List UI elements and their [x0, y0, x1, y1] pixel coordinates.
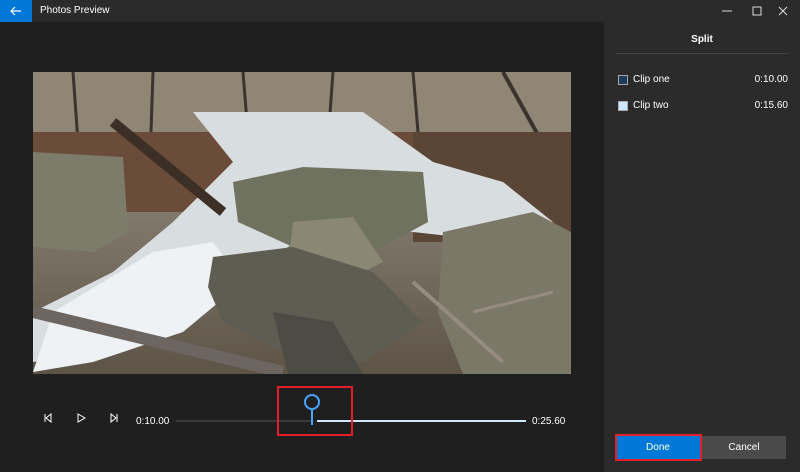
- back-button[interactable]: [0, 0, 32, 22]
- minimize-button[interactable]: [710, 0, 744, 22]
- close-icon: [778, 6, 788, 16]
- clip-one-label: Clip one: [633, 74, 670, 85]
- panel-title: Split: [691, 34, 713, 45]
- minimize-icon: [722, 10, 732, 12]
- cancel-button[interactable]: Cancel: [702, 436, 786, 459]
- preview-area: 0:10.00 0:25.60: [0, 22, 604, 472]
- next-frame-button[interactable]: [106, 410, 122, 426]
- video-preview: [33, 72, 571, 374]
- done-button-highlight: [615, 434, 702, 461]
- play-icon: [77, 413, 86, 423]
- title-bar: Photos Preview: [0, 0, 800, 22]
- clip-two-time: 0:15.60: [754, 100, 788, 111]
- split-handle-highlight: [277, 386, 353, 436]
- next-frame-icon: [110, 413, 118, 423]
- total-time: 0:25.60: [532, 416, 566, 427]
- current-time: 0:10.00: [136, 416, 170, 427]
- clip-two-label: Clip two: [633, 100, 669, 111]
- clip-one-time: 0:10.00: [754, 74, 788, 85]
- previous-frame-button[interactable]: [40, 410, 56, 426]
- previous-frame-icon: [44, 413, 52, 423]
- app-title: Photos Preview: [40, 5, 110, 16]
- clip-one-row: Clip one 0:10.00: [618, 74, 788, 88]
- split-panel: Split Clip one 0:10.00 Clip two 0:15.60 …: [604, 22, 800, 472]
- arrow-left-icon: [10, 6, 21, 16]
- maximize-icon: [752, 6, 762, 16]
- panel-divider: [616, 53, 788, 54]
- play-button[interactable]: [73, 410, 89, 426]
- close-button[interactable]: [766, 0, 800, 22]
- clip-two-row: Clip two 0:15.60: [618, 100, 788, 114]
- clip-two-swatch: [618, 101, 628, 111]
- clip-one-swatch: [618, 75, 628, 85]
